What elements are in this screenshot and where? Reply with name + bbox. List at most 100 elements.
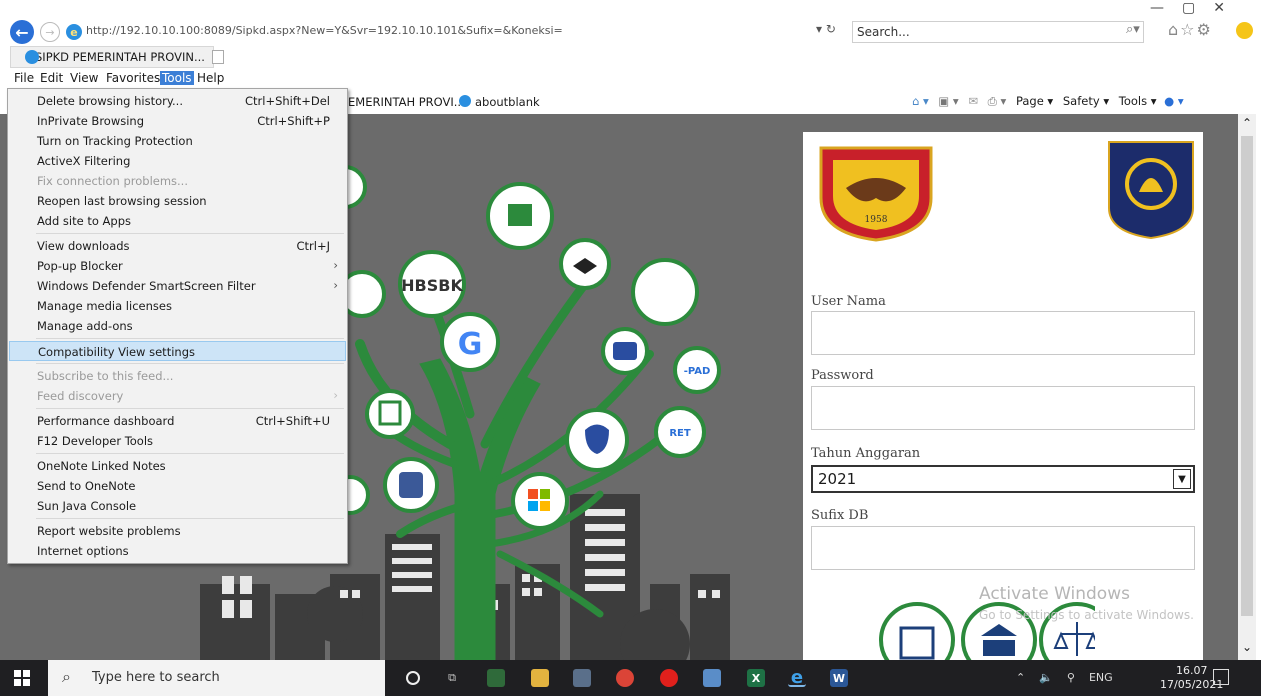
logo-year: 1958 bbox=[865, 215, 888, 225]
user-name-input[interactable] bbox=[811, 311, 1195, 355]
tools-dropdown-menu: Delete browsing history... Ctrl+Shift+Del… bbox=[7, 88, 348, 564]
menu-manage-addons[interactable]: Manage add-ons bbox=[9, 316, 346, 336]
mail-icon[interactable]: ✉ bbox=[968, 94, 978, 108]
taskbar-search-placeholder: Type here to search bbox=[92, 670, 220, 685]
internet-explorer-icon[interactable]: e bbox=[788, 667, 806, 688]
activate-windows-subtitle: Go to Settings to activate Windows. bbox=[979, 608, 1194, 622]
scroll-up-icon[interactable]: ⌃ bbox=[1242, 116, 1252, 130]
user-name-label: User Nama bbox=[811, 294, 886, 309]
window-controls[interactable]: —▢✕ bbox=[1150, 0, 1243, 16]
favorite-link-sipkd[interactable]: EMERINTAH PROVI... bbox=[348, 95, 465, 109]
sufix-db-input[interactable] bbox=[811, 526, 1195, 570]
windows-taskbar: ⌕ Type here to search ⧉ X e W ⌃ 🔈 ⚲ ENG … bbox=[0, 660, 1261, 696]
app-icon[interactable] bbox=[573, 669, 591, 687]
menu-reopen-session[interactable]: Reopen last browsing session bbox=[9, 191, 346, 211]
menu-onenote-linked-notes[interactable]: OneNote Linked Notes bbox=[9, 456, 346, 476]
menu-favorites[interactable]: Favorites bbox=[104, 71, 162, 85]
windows-start-icon[interactable] bbox=[14, 670, 30, 686]
tab-bar: SIPKD PEMERINTAH PROVIN... × bbox=[0, 46, 1261, 68]
taskbar-search-box[interactable]: ⌕ Type here to search bbox=[48, 660, 385, 696]
menu-view-downloads[interactable]: View downloads Ctrl+J bbox=[9, 236, 346, 256]
menu-performance-dashboard[interactable]: Performance dashboard Ctrl+Shift+U bbox=[9, 411, 346, 431]
search-icon[interactable]: ⌕▾ bbox=[1126, 22, 1140, 37]
activate-windows-title: Activate Windows bbox=[979, 584, 1130, 604]
chrome-icon[interactable] bbox=[616, 669, 634, 687]
browser-title-bar: —▢✕ ← → e http://192.10.10.100:8089/Sipk… bbox=[0, 0, 1261, 44]
new-tab-button[interactable] bbox=[212, 50, 224, 64]
feeds-icon[interactable]: ▣ ▾ bbox=[938, 94, 958, 108]
word-icon[interactable]: W bbox=[830, 669, 848, 687]
ntt-province-logo: 1958 bbox=[819, 146, 933, 242]
address-bar[interactable]: http://192.10.10.100:8089/Sipkd.aspx?New… bbox=[86, 24, 563, 37]
chevron-down-icon[interactable]: ▼ bbox=[1173, 469, 1191, 489]
excel-icon[interactable]: X bbox=[747, 669, 765, 687]
menu-f12-developer-tools[interactable]: F12 Developer Tools bbox=[9, 431, 346, 451]
menu-feed-discovery: Feed discovery › bbox=[37, 388, 338, 403]
menu-send-to-onenote[interactable]: Send to OneNote bbox=[9, 476, 346, 496]
app-icon[interactable] bbox=[703, 669, 721, 687]
ie-icon: e bbox=[66, 24, 82, 40]
tree-app-label: HBSBK bbox=[401, 276, 463, 295]
menu-separator bbox=[36, 518, 344, 519]
opera-icon[interactable] bbox=[660, 669, 678, 687]
menu-report-website-problems[interactable]: Report website problems bbox=[9, 521, 346, 541]
volume-icon[interactable]: 🔈 bbox=[1039, 671, 1053, 684]
safety-menu[interactable]: Safety ▾ bbox=[1063, 94, 1109, 108]
search-input[interactable]: Search... bbox=[852, 21, 1144, 43]
login-panel: 1958 User Nama Password Tahun Anggaran 2… bbox=[803, 132, 1203, 660]
feedback-smiley-icon[interactable] bbox=[1236, 22, 1253, 39]
cortana-icon[interactable] bbox=[406, 671, 420, 685]
menu-edit[interactable]: Edit bbox=[38, 71, 65, 85]
chevron-up-icon[interactable]: ⌃ bbox=[1016, 671, 1025, 684]
back-button[interactable]: ← bbox=[10, 20, 34, 44]
menu-popup-blocker[interactable]: Pop-up Blocker › bbox=[9, 256, 346, 276]
kemendagri-logo bbox=[1108, 141, 1194, 240]
file-explorer-icon[interactable] bbox=[531, 669, 549, 687]
menu-compatibility-view-settings[interactable]: Compatibility View settings bbox=[9, 341, 346, 361]
tab-title: SIPKD PEMERINTAH PROVIN... bbox=[35, 50, 205, 64]
menu-delete-browsing-history[interactable]: Delete browsing history... Ctrl+Shift+Del bbox=[9, 91, 346, 111]
tahun-anggaran-label: Tahun Anggaran bbox=[811, 446, 921, 461]
help-icon[interactable]: ● ▾ bbox=[1164, 94, 1183, 108]
menu-bar: File Edit View Favorites Tools Help bbox=[0, 70, 1261, 88]
menu-media-licenses[interactable]: Manage media licenses bbox=[9, 296, 346, 316]
menu-internet-options[interactable]: Internet options bbox=[9, 541, 346, 561]
menu-separator bbox=[36, 233, 344, 234]
menu-sun-java-console[interactable]: Sun Java Console bbox=[9, 496, 346, 516]
menu-separator bbox=[36, 363, 344, 364]
language-indicator[interactable]: ENG bbox=[1089, 671, 1113, 684]
app-icon[interactable] bbox=[487, 669, 505, 687]
chevron-right-icon: › bbox=[333, 278, 338, 292]
refresh-icon[interactable]: ▾ ↻ bbox=[816, 22, 836, 36]
menu-add-site-to-apps[interactable]: Add site to Apps bbox=[9, 211, 346, 231]
menu-tools[interactable]: Tools bbox=[160, 71, 194, 85]
tree-app-label: G bbox=[458, 327, 483, 362]
menu-view[interactable]: View bbox=[68, 71, 100, 85]
forward-button[interactable]: → bbox=[40, 22, 60, 42]
tools-menu-button[interactable]: Tools ▾ bbox=[1119, 94, 1157, 108]
menu-inprivate-browsing[interactable]: InPrivate Browsing Ctrl+Shift+P bbox=[9, 111, 346, 131]
chevron-right-icon: › bbox=[333, 388, 338, 402]
home-favorites-settings-icons[interactable]: ⌂☆⚙ bbox=[1168, 20, 1213, 39]
menu-file[interactable]: File bbox=[12, 71, 36, 85]
menu-help[interactable]: Help bbox=[195, 71, 226, 85]
scroll-thumb[interactable] bbox=[1241, 136, 1253, 616]
tree-app-label: -PAD bbox=[684, 366, 711, 377]
system-tray[interactable]: ⌃ 🔈 ⚲ ENG bbox=[1016, 671, 1113, 684]
menu-subscribe-feed: Subscribe to this feed... bbox=[37, 369, 174, 383]
network-icon[interactable]: ⚲ bbox=[1067, 671, 1075, 684]
menu-tracking-protection[interactable]: Turn on Tracking Protection bbox=[9, 131, 346, 151]
page-scrollbar[interactable]: ⌃ ⌄ bbox=[1238, 114, 1256, 660]
print-icon[interactable]: ⎙ ▾ bbox=[988, 94, 1007, 108]
home-icon[interactable]: ⌂ ▾ bbox=[912, 94, 929, 108]
tab-sipkd[interactable]: SIPKD PEMERINTAH PROVIN... × bbox=[10, 46, 222, 68]
task-view-icon[interactable]: ⧉ bbox=[443, 669, 461, 687]
notification-icon[interactable] bbox=[1213, 669, 1229, 685]
password-input[interactable] bbox=[811, 386, 1195, 430]
scroll-down-icon[interactable]: ⌄ bbox=[1242, 640, 1252, 654]
tahun-anggaran-select[interactable]: 2021 ▼ bbox=[811, 465, 1195, 493]
menu-smartscreen-filter[interactable]: Windows Defender SmartScreen Filter › bbox=[9, 276, 346, 296]
page-menu[interactable]: Page ▾ bbox=[1016, 94, 1053, 108]
favorite-link-aboutblank[interactable]: aboutblank bbox=[475, 95, 540, 109]
menu-activex-filtering[interactable]: ActiveX Filtering bbox=[9, 151, 346, 171]
